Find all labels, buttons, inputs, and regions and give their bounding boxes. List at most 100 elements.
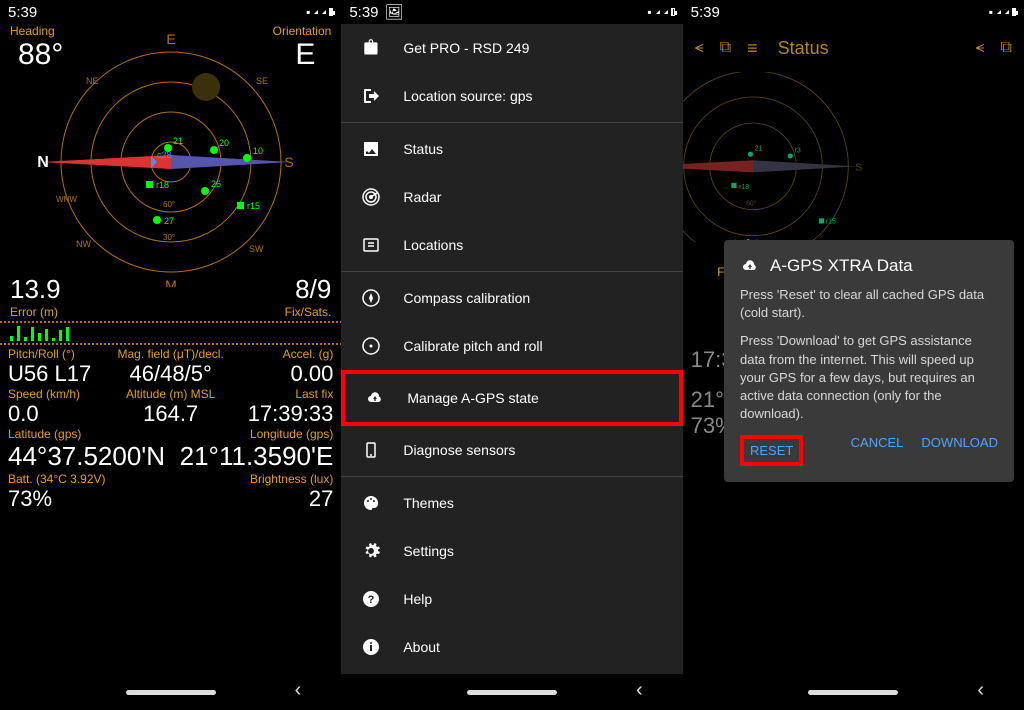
battery-value: 73%	[8, 486, 171, 512]
menu-about[interactable]: About	[341, 623, 682, 671]
image-icon	[361, 139, 381, 159]
status-bar: 5:39 ▪	[683, 0, 1024, 24]
svg-text:r18: r18	[739, 184, 749, 191]
svg-text:S: S	[284, 154, 293, 170]
svg-text:N: N	[37, 154, 49, 171]
altitude-label: Altitude (m) MSL	[116, 387, 224, 401]
info-icon	[361, 637, 381, 657]
svg-text:M: M	[165, 277, 177, 287]
svg-text:27: 27	[164, 216, 174, 226]
latitude-label: Latitude (gps)	[8, 427, 171, 441]
svg-text:SW: SW	[249, 244, 264, 254]
brightness-value: 27	[171, 486, 334, 512]
menu-settings[interactable]: Settings	[341, 527, 682, 575]
download-button[interactable]: DOWNLOAD	[921, 435, 998, 466]
dialog-title: A-GPS XTRA Data	[770, 256, 913, 276]
status-bar: 5:39🖼 ▪	[341, 0, 682, 24]
svg-text:60°: 60°	[746, 199, 757, 207]
app-bar: ⪪ ⧉ ≡ Status ⪪ ⧉	[683, 24, 1024, 72]
radar-icon	[361, 187, 381, 207]
menu-status[interactable]: Status	[341, 125, 682, 173]
menu-themes[interactable]: Themes	[341, 479, 682, 527]
menu-manage-agps[interactable]: Manage A-GPS state	[341, 370, 682, 426]
back-icon: ‹	[295, 679, 302, 702]
svg-text:r15: r15	[247, 201, 260, 211]
cloud-download-icon	[365, 388, 385, 408]
compass-icon	[361, 288, 381, 308]
svg-text:SE: SE	[256, 76, 268, 86]
dialog-body-1: Press 'Reset' to clear all cached GPS da…	[740, 286, 998, 322]
cancel-button[interactable]: CANCEL	[851, 435, 904, 466]
svg-text:26: 26	[211, 179, 221, 189]
locations-icon	[361, 235, 381, 255]
status-bar: 5:39 ▪	[0, 0, 341, 24]
svg-text:NW: NW	[76, 239, 91, 249]
accel-label: Accel. (g)	[225, 347, 333, 361]
battery-icon	[329, 8, 333, 16]
compass-e: E	[166, 31, 175, 47]
dialog-body-2: Press 'Download' to get GPS assistance d…	[740, 332, 998, 423]
screen-dialog: 5:39 ▪ ⪪ ⧉ ≡ Status ⪪ ⧉	[683, 0, 1024, 710]
lastfix-value: 17:39:33	[225, 401, 333, 427]
side-menu: Get PRO - RSD 249 Location source: gps S…	[341, 24, 682, 674]
longitude-value: 21°11.3590'E	[171, 441, 334, 472]
help-icon	[361, 589, 381, 609]
status-time: 5:39	[8, 4, 37, 21]
back-icon: ‹	[636, 679, 643, 702]
phone-icon	[361, 440, 381, 460]
error-label: Error (m)	[10, 305, 61, 319]
svg-text:60°: 60°	[163, 200, 175, 209]
svg-text:30°: 30°	[163, 233, 175, 242]
pitchroll-label: Pitch/Roll (°)	[8, 347, 116, 361]
magfield-label: Mag. field (μT)/decl.	[116, 347, 224, 361]
image-icon: 🖼	[385, 3, 404, 21]
gear-icon	[361, 541, 381, 561]
copy-icon[interactable]: ⧉	[720, 39, 731, 57]
lastfix-label: Last fix	[225, 387, 333, 401]
altitude-value: 164.7	[116, 401, 224, 427]
nav-bar[interactable]: ‹	[0, 674, 341, 710]
svg-text:21: 21	[173, 136, 183, 146]
compass-view[interactable]: E S M N NE SE NW SW WNW 60° 30° 21 c28 2…	[0, 32, 341, 282]
menu-location-source[interactable]: Location source: gps	[341, 72, 682, 120]
nav-bar[interactable]: ‹	[683, 674, 1024, 710]
svg-text:NE: NE	[86, 76, 99, 86]
speed-value: 0.0	[8, 401, 116, 427]
svg-text:r3: r3	[794, 147, 800, 154]
share-icon[interactable]: ⪪	[695, 39, 704, 57]
latitude-value: 44°37.5200'N	[8, 441, 171, 472]
svg-text:10: 10	[253, 146, 263, 156]
svg-text:S: S	[855, 163, 862, 174]
longitude-label: Longitude (gps)	[171, 427, 334, 441]
svg-text:20: 20	[219, 138, 229, 148]
accel-value: 0.00	[225, 361, 333, 387]
menu-help[interactable]: Help	[341, 575, 682, 623]
menu-locations[interactable]: Locations	[341, 221, 682, 269]
share-icon-2[interactable]: ⪪	[976, 39, 985, 57]
menu-icon[interactable]: ≡	[747, 38, 758, 59]
fix-label: Fix/Sats.	[285, 305, 332, 319]
screen-gps-status: 5:39 ▪ Heading 88° Orientation E	[0, 0, 341, 710]
menu-compass-calibration[interactable]: Compass calibration	[341, 274, 682, 322]
appbar-title: Status	[778, 38, 960, 59]
exit-icon	[361, 86, 381, 106]
menu-diagnose-sensors[interactable]: Diagnose sensors	[341, 426, 682, 474]
brightness-label: Brightness (lux)	[171, 472, 334, 486]
svg-text:21: 21	[754, 146, 762, 153]
battery-label: Batt. (34°C 3.92V)	[8, 472, 171, 486]
menu-radar[interactable]: Radar	[341, 173, 682, 221]
palette-icon	[361, 493, 381, 513]
cloud-download-icon	[740, 256, 760, 276]
speed-label: Speed (km/h)	[8, 387, 116, 401]
nav-bar[interactable]: ‹	[341, 674, 682, 710]
svg-text:c28: c28	[157, 150, 172, 160]
screen-menu: 5:39🖼 ▪ Get PRO - RSD 249 Location sourc…	[341, 0, 682, 710]
copy-icon-2[interactable]: ⧉	[1001, 39, 1012, 57]
pitchroll-value: U56 L17	[8, 361, 116, 387]
agps-dialog: A-GPS XTRA Data Press 'Reset' to clear a…	[724, 240, 1014, 482]
back-icon: ‹	[977, 679, 984, 702]
target-icon	[361, 336, 381, 356]
menu-calibrate-pitch[interactable]: Calibrate pitch and roll	[341, 322, 682, 370]
menu-getpro[interactable]: Get PRO - RSD 249	[341, 24, 682, 72]
reset-button[interactable]: RESET	[740, 435, 803, 466]
